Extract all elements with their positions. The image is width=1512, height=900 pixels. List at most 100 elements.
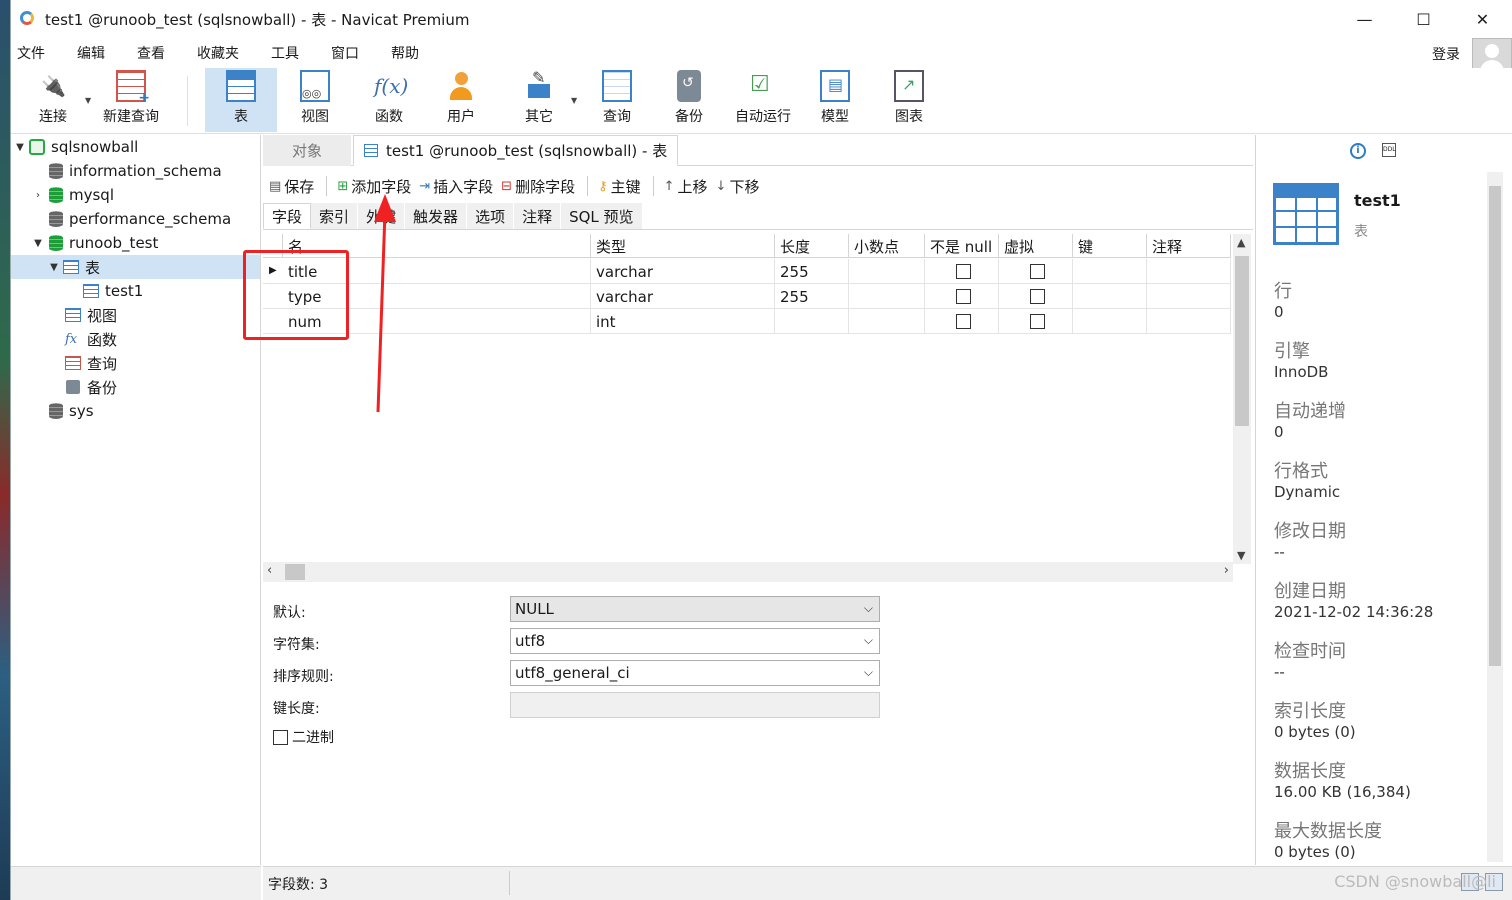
tab-sql-preview[interactable]: SQL 预览: [561, 203, 643, 229]
collapse-icon[interactable]: ▼: [13, 142, 27, 153]
tree-db-runoob-test[interactable]: ▼ runoob_test: [31, 231, 158, 255]
scroll-up-icon[interactable]: ▲: [1237, 236, 1245, 249]
scroll-thumb[interactable]: [1235, 256, 1249, 426]
maximize-button[interactable]: ☐: [1394, 0, 1453, 38]
col-header-type[interactable]: 类型: [591, 234, 775, 258]
login-link[interactable]: 登录: [1432, 44, 1460, 64]
user-avatar-icon[interactable]: [1472, 38, 1512, 72]
charset-select[interactable]: utf8 ⌵: [510, 628, 880, 654]
field-decimals-cell[interactable]: [849, 309, 925, 334]
tree-table-test1[interactable]: test1: [81, 279, 143, 303]
collapse-icon[interactable]: ▼: [47, 262, 61, 273]
tab-triggers[interactable]: 触发器: [405, 203, 468, 229]
not-null-checkbox[interactable]: [956, 314, 971, 329]
field-type-cell[interactable]: varchar: [591, 284, 775, 309]
model-button[interactable]: 模型: [799, 68, 871, 132]
user-button[interactable]: 用户: [425, 68, 497, 132]
move-down-button[interactable]: ↓ 下移: [716, 176, 760, 197]
field-type-cell[interactable]: int: [591, 309, 775, 334]
tree-views-folder[interactable]: 视图: [63, 303, 117, 327]
expand-icon[interactable]: ›: [31, 190, 45, 201]
grid-vertical-scrollbar[interactable]: ▲ ▼: [1233, 234, 1251, 564]
menu-file[interactable]: 文件: [11, 43, 59, 63]
menu-window[interactable]: 窗口: [325, 43, 373, 63]
not-null-checkbox[interactable]: [956, 289, 971, 304]
binary-checkbox-box[interactable]: [273, 729, 288, 745]
scroll-down-icon[interactable]: ▼: [1237, 549, 1245, 562]
binary-checkbox[interactable]: 二进制: [273, 727, 334, 747]
col-header-decimals[interactable]: 小数点: [849, 234, 925, 258]
scroll-thumb[interactable]: [1489, 186, 1501, 666]
not-null-checkbox[interactable]: [956, 264, 971, 279]
col-header-key[interactable]: 键: [1073, 234, 1147, 258]
menu-help[interactable]: 帮助: [385, 43, 433, 63]
virtual-checkbox[interactable]: [1030, 264, 1045, 279]
table-row[interactable]: type varchar 255: [263, 284, 1231, 309]
field-key-cell[interactable]: [1073, 259, 1147, 284]
scroll-thumb[interactable]: [285, 564, 305, 580]
function-button[interactable]: f(x) 函数: [353, 68, 425, 132]
col-header-not-null[interactable]: 不是 null: [925, 234, 999, 258]
field-decimals-cell[interactable]: [849, 259, 925, 284]
backup-button[interactable]: 备份: [653, 68, 725, 132]
delete-field-button[interactable]: ⊟ 删除字段: [501, 176, 575, 197]
field-decimals-cell[interactable]: [849, 284, 925, 309]
field-comment-cell[interactable]: [1147, 284, 1231, 309]
field-length-cell[interactable]: 255: [775, 284, 849, 309]
col-header-length[interactable]: 长度: [775, 234, 849, 258]
field-comment-cell[interactable]: [1147, 259, 1231, 284]
collapse-icon[interactable]: ▼: [31, 238, 45, 249]
tab-fields[interactable]: 字段: [263, 203, 312, 229]
tab-objects[interactable]: 对象: [263, 135, 351, 166]
tree-db-information-schema[interactable]: information_schema: [31, 159, 222, 183]
field-comment-cell[interactable]: [1147, 309, 1231, 334]
tree-connection[interactable]: ▼ sqlsnowball: [13, 135, 138, 159]
menu-favorites[interactable]: 收藏夹: [191, 43, 253, 63]
tab-comments[interactable]: 注释: [514, 203, 562, 229]
field-length-cell[interactable]: 255: [775, 259, 849, 284]
add-field-button[interactable]: ⊞ 添加字段: [337, 176, 411, 197]
view-button[interactable]: 视图: [279, 68, 351, 132]
tree-db-sys[interactable]: sys: [31, 399, 94, 423]
insert-field-button[interactable]: ⇥ 插入字段: [419, 176, 493, 197]
table-row[interactable]: ▶ title varchar 255: [263, 259, 1231, 284]
field-key-cell[interactable]: [1073, 309, 1147, 334]
table-row[interactable]: num int: [263, 309, 1231, 334]
tree-tables-folder[interactable]: ▼ 表: [11, 255, 260, 279]
tree-queries-folder[interactable]: 查询: [63, 351, 117, 375]
col-header-comment[interactable]: 注释: [1147, 234, 1231, 258]
tab-table-design[interactable]: test1 @runoob_test (sqlsnowball) - 表: [353, 135, 679, 166]
table-button[interactable]: 表: [205, 68, 277, 132]
scroll-left-icon[interactable]: ‹: [267, 563, 272, 578]
virtual-checkbox[interactable]: [1030, 314, 1045, 329]
field-length-cell[interactable]: [775, 309, 849, 334]
query-button[interactable]: 查询: [581, 68, 653, 132]
collation-select[interactable]: utf8_general_ci ⌵: [510, 660, 880, 686]
info-panel-scrollbar[interactable]: [1487, 172, 1503, 862]
tab-indexes[interactable]: 索引: [311, 203, 359, 229]
auto-run-button[interactable]: 自动运行: [725, 68, 801, 132]
virtual-checkbox[interactable]: [1030, 289, 1045, 304]
menu-view[interactable]: 查看: [131, 43, 179, 63]
close-button[interactable]: ✕: [1453, 0, 1512, 38]
field-type-cell[interactable]: varchar: [591, 259, 775, 284]
ddl-icon[interactable]: DDL: [1382, 143, 1396, 157]
scroll-right-icon[interactable]: ›: [1224, 563, 1229, 578]
move-up-button[interactable]: ↑ 上移: [664, 176, 708, 197]
field-key-cell[interactable]: [1073, 284, 1147, 309]
grid-horizontal-scrollbar[interactable]: ‹ ›: [263, 562, 1233, 582]
menu-edit[interactable]: 编辑: [71, 43, 119, 63]
tab-options[interactable]: 选项: [467, 203, 515, 229]
col-header-virtual[interactable]: 虚拟: [999, 234, 1073, 258]
primary-key-button[interactable]: ⚷ 主键: [598, 176, 641, 197]
tab-foreign-keys[interactable]: 外键: [358, 203, 406, 229]
save-button[interactable]: ▤ 保存: [269, 176, 314, 197]
default-select[interactable]: NULL ⌵: [510, 596, 880, 622]
tree-db-performance-schema[interactable]: performance_schema: [31, 207, 231, 231]
other-dropdown-icon[interactable]: ▼: [571, 96, 577, 105]
tree-db-mysql[interactable]: › mysql: [31, 183, 114, 207]
info-icon[interactable]: i: [1350, 143, 1366, 159]
other-button[interactable]: 其它: [503, 68, 575, 132]
chart-button[interactable]: 图表: [873, 68, 945, 132]
connect-button[interactable]: 连接: [31, 68, 75, 132]
